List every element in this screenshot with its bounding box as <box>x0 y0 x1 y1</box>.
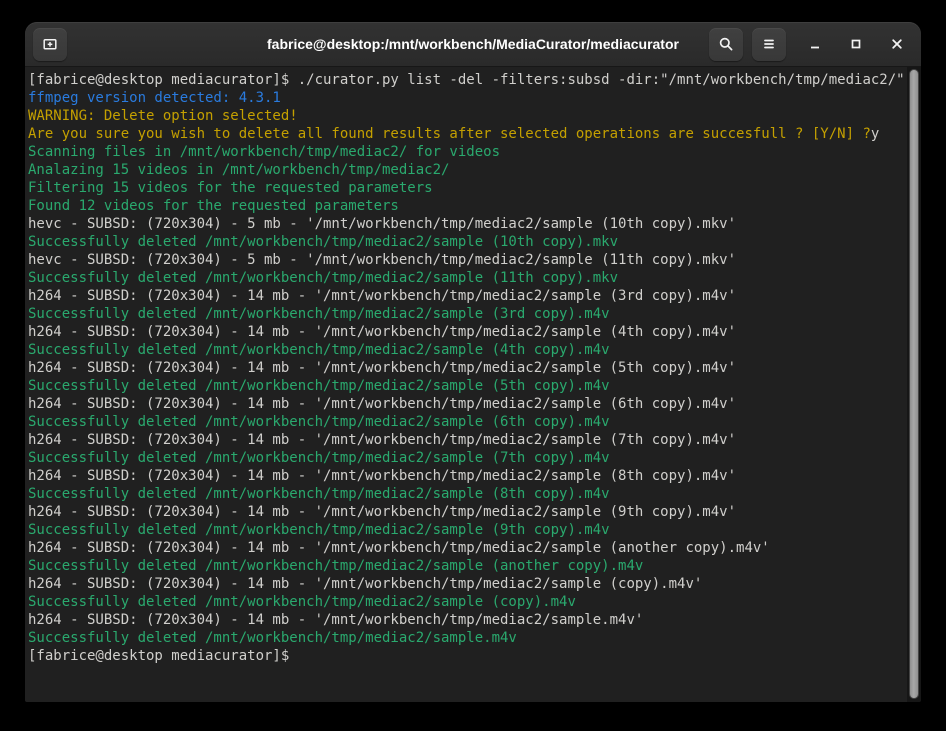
terminal-line: Successfully deleted /mnt/workbench/tmp/… <box>28 521 905 539</box>
titlebar[interactable]: fabrice@desktop:/mnt/workbench/MediaCura… <box>25 22 921 67</box>
terminal-line: Successfully deleted /mnt/workbench/tmp/… <box>28 305 905 323</box>
terminal-line: Successfully deleted /mnt/workbench/tmp/… <box>28 557 905 575</box>
terminal-line: h264 - SUBSD: (720x304) - 14 mb - '/mnt/… <box>28 431 905 449</box>
terminal-line: Successfully deleted /mnt/workbench/tmp/… <box>28 377 905 395</box>
terminal-line: Successfully deleted /mnt/workbench/tmp/… <box>28 233 905 251</box>
terminal-line: Successfully deleted /mnt/workbench/tmp/… <box>28 593 905 611</box>
terminal-content[interactable]: [fabrice@desktop mediacurator]$ ./curato… <box>25 67 921 702</box>
terminal-line: h264 - SUBSD: (720x304) - 14 mb - '/mnt/… <box>28 395 905 413</box>
menu-icon <box>761 36 777 52</box>
terminal-line: [fabrice@desktop mediacurator]$ ./curato… <box>28 71 905 89</box>
terminal-line: h264 - SUBSD: (720x304) - 14 mb - '/mnt/… <box>28 287 905 305</box>
terminal-line: h264 - SUBSD: (720x304) - 14 mb - '/mnt/… <box>28 359 905 377</box>
terminal-line: Found 12 videos for the requested parame… <box>28 197 905 215</box>
titlebar-controls <box>709 28 921 61</box>
minimize-button[interactable] <box>803 28 827 61</box>
terminal-line: h264 - SUBSD: (720x304) - 14 mb - '/mnt/… <box>28 323 905 341</box>
new-tab-icon <box>42 36 58 52</box>
terminal-window: fabrice@desktop:/mnt/workbench/MediaCura… <box>25 22 921 702</box>
terminal-line: [fabrice@desktop mediacurator]$ <box>28 647 905 665</box>
terminal-line: Successfully deleted /mnt/workbench/tmp/… <box>28 341 905 359</box>
terminal-line: hevc - SUBSD: (720x304) - 5 mb - '/mnt/w… <box>28 215 905 233</box>
terminal-line: Successfully deleted /mnt/workbench/tmp/… <box>28 269 905 287</box>
maximize-button[interactable] <box>844 28 868 61</box>
search-icon <box>718 36 734 52</box>
minimize-icon <box>807 36 823 52</box>
scrollbar-track[interactable] <box>907 67 921 702</box>
terminal-line: h264 - SUBSD: (720x304) - 14 mb - '/mnt/… <box>28 467 905 485</box>
close-icon <box>889 36 905 52</box>
terminal-output: [fabrice@desktop mediacurator]$ ./curato… <box>28 71 905 665</box>
terminal-line: Successfully deleted /mnt/workbench/tmp/… <box>28 485 905 503</box>
terminal-line: h264 - SUBSD: (720x304) - 14 mb - '/mnt/… <box>28 503 905 521</box>
terminal-line: Scanning files in /mnt/workbench/tmp/med… <box>28 143 905 161</box>
terminal-line: ffmpeg version detected: 4.3.1 <box>28 89 905 107</box>
terminal-line: Successfully deleted /mnt/workbench/tmp/… <box>28 629 905 647</box>
maximize-icon <box>848 36 864 52</box>
terminal-line: Analazing 15 videos in /mnt/workbench/tm… <box>28 161 905 179</box>
new-tab-button[interactable] <box>33 28 67 61</box>
window-title: fabrice@desktop:/mnt/workbench/MediaCura… <box>267 36 679 52</box>
terminal-line: Successfully deleted /mnt/workbench/tmp/… <box>28 413 905 431</box>
terminal-line: h264 - SUBSD: (720x304) - 14 mb - '/mnt/… <box>28 611 905 629</box>
terminal-line: hevc - SUBSD: (720x304) - 5 mb - '/mnt/w… <box>28 251 905 269</box>
scrollbar-thumb[interactable] <box>909 69 919 699</box>
terminal-line: h264 - SUBSD: (720x304) - 14 mb - '/mnt/… <box>28 575 905 593</box>
terminal-line: Are you sure you wish to delete all foun… <box>28 125 905 143</box>
terminal-line: WARNING: Delete option selected! <box>28 107 905 125</box>
close-button[interactable] <box>885 28 909 61</box>
menu-button[interactable] <box>752 28 786 61</box>
terminal-line: Successfully deleted /mnt/workbench/tmp/… <box>28 449 905 467</box>
terminal-line: Filtering 15 videos for the requested pa… <box>28 179 905 197</box>
search-button[interactable] <box>709 28 743 61</box>
terminal-line: h264 - SUBSD: (720x304) - 14 mb - '/mnt/… <box>28 539 905 557</box>
